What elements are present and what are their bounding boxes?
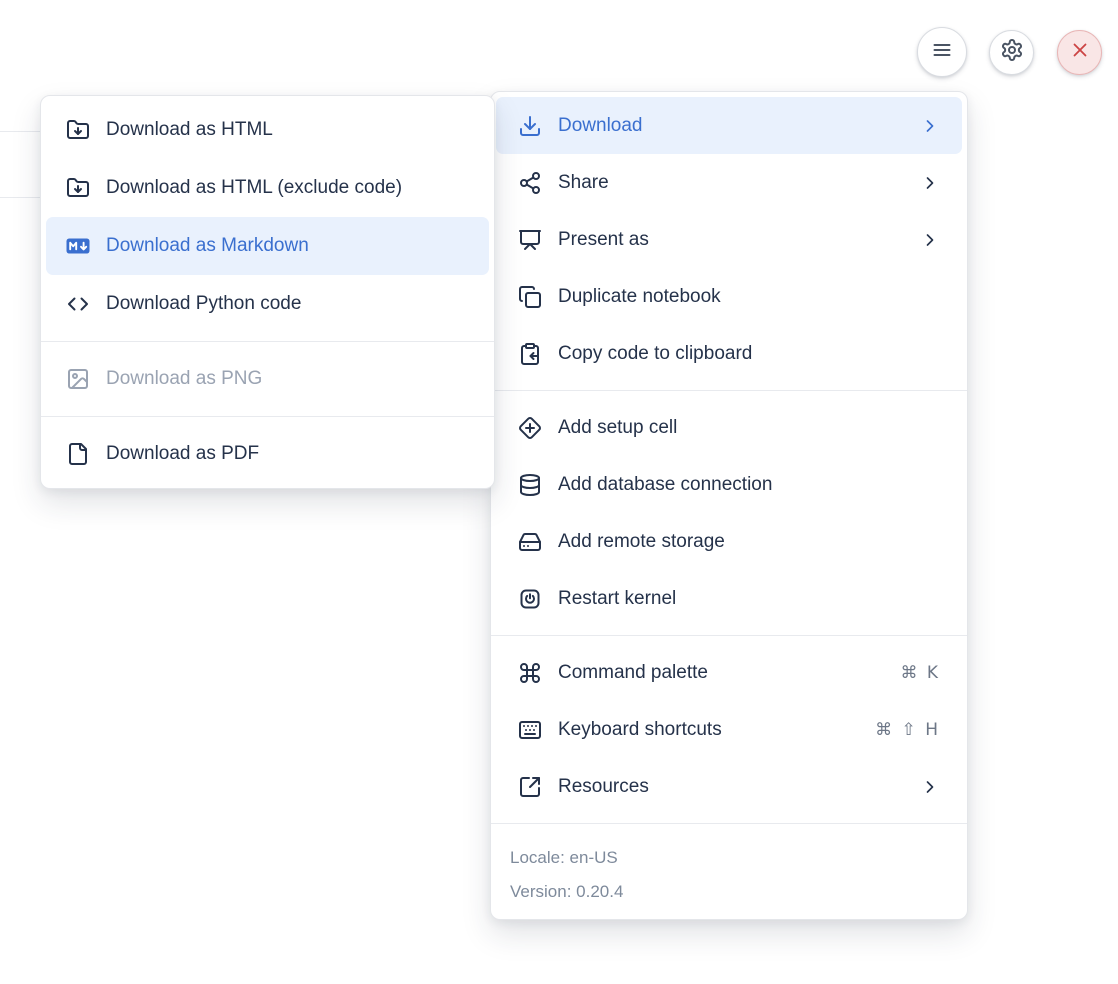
menu-separator <box>491 823 967 824</box>
duplicate-icon <box>518 285 542 309</box>
menu-item-add-remote-storage[interactable]: Add remote storage <box>496 513 962 570</box>
markdown-icon <box>66 234 90 258</box>
menu-item-restart-kernel[interactable]: Restart kernel <box>496 570 962 627</box>
menu-item-copy-code-to-clipboard[interactable]: Copy code to clipboard <box>496 325 962 382</box>
notebook-actions-menu: Download Share Present as Duplicate noteboo… <box>490 91 968 920</box>
menu-item-label: Add setup cell <box>558 417 940 439</box>
menu-item-label: Add remote storage <box>558 531 940 553</box>
menu-item-download-as-pdf[interactable]: Download as PDF <box>46 425 489 483</box>
chevron-right-icon <box>920 230 940 250</box>
menu-item-label: Copy code to clipboard <box>558 343 940 365</box>
locale-text: Locale: en-US <box>510 841 948 875</box>
menu-item-download-python-code[interactable]: Download Python code <box>46 275 489 333</box>
version-text: Version: 0.20.4 <box>510 875 948 909</box>
menu-item-download-as-markdown[interactable]: Download as Markdown <box>46 217 489 275</box>
menu-separator <box>41 341 494 342</box>
menu-item-label: Add database connection <box>558 474 940 496</box>
menu-item-label: Share <box>558 172 920 194</box>
database-icon <box>518 473 542 497</box>
menu-item-label: Download <box>558 115 920 137</box>
menu-item-label: Download as PDF <box>106 443 469 465</box>
notebook-page: Download Share Present as Duplicate noteboo… <box>0 0 1118 984</box>
menu-item-label: Resources <box>558 776 920 798</box>
external-link-icon <box>518 775 542 799</box>
menu-item-download[interactable]: Download <box>496 97 962 154</box>
hard-drive-icon <box>518 530 542 554</box>
diamond-plus-icon <box>518 416 542 440</box>
close-icon <box>1069 39 1091 66</box>
background-divider <box>0 131 43 132</box>
menu-footer: Locale: en-USVersion: 0.20.4 <box>496 832 962 914</box>
code-icon <box>66 292 90 316</box>
menu-item-keyboard-shortcuts[interactable]: Keyboard shortcuts⌘ ⇧ H <box>496 701 962 758</box>
power-square-icon <box>518 587 542 611</box>
settings-button[interactable] <box>989 30 1034 75</box>
menu-item-download-as-png[interactable]: Download as PNG <box>46 350 489 408</box>
menu-item-label: Download as HTML <box>106 119 469 141</box>
keyboard-shortcut-hint: ⌘ K <box>900 663 940 683</box>
menu-separator <box>41 416 494 417</box>
menu-item-add-setup-cell[interactable]: Add setup cell <box>496 399 962 456</box>
menu-item-label: Download as HTML (exclude code) <box>106 177 469 199</box>
menu-item-label: Command palette <box>558 662 900 684</box>
menu-item-label: Duplicate notebook <box>558 286 940 308</box>
gear-icon <box>1000 38 1024 67</box>
keyboard-icon <box>518 718 542 742</box>
menu-item-resources[interactable]: Resources <box>496 758 962 815</box>
share-icon <box>518 171 542 195</box>
menu-item-label: Download as PNG <box>106 368 469 390</box>
hamburger-icon <box>930 38 954 67</box>
menu-item-download-as-html-exclude-code[interactable]: Download as HTML (exclude code) <box>46 159 489 217</box>
menu-item-command-palette[interactable]: Command palette⌘ K <box>496 644 962 701</box>
download-icon <box>518 114 542 138</box>
chevron-right-icon <box>920 116 940 136</box>
menu-item-label: Restart kernel <box>558 588 940 610</box>
notebook-menu-button[interactable] <box>917 27 967 77</box>
image-icon <box>66 367 90 391</box>
menu-item-label: Keyboard shortcuts <box>558 719 875 741</box>
shutdown-button[interactable] <box>1057 30 1102 75</box>
menu-item-duplicate-notebook[interactable]: Duplicate notebook <box>496 268 962 325</box>
chevron-right-icon <box>920 173 940 193</box>
menu-item-share[interactable]: Share <box>496 154 962 211</box>
menu-separator <box>491 390 967 391</box>
background-divider <box>0 197 43 198</box>
menu-item-add-database-connection[interactable]: Add database connection <box>496 456 962 513</box>
folder-down-icon <box>66 118 90 142</box>
presentation-icon <box>518 228 542 252</box>
keyboard-shortcut-hint: ⌘ ⇧ H <box>875 720 940 740</box>
menu-item-download-as-html[interactable]: Download as HTML <box>46 101 489 159</box>
menu-separator <box>491 635 967 636</box>
file-icon <box>66 442 90 466</box>
menu-item-label: Download Python code <box>106 293 469 315</box>
download-submenu: Download as HTML Download as HTML (exclud… <box>40 95 495 489</box>
chevron-right-icon <box>920 777 940 797</box>
folder-down-icon <box>66 176 90 200</box>
menu-item-present-as[interactable]: Present as <box>496 211 962 268</box>
command-icon <box>518 661 542 685</box>
menu-item-label: Download as Markdown <box>106 235 469 257</box>
menu-item-label: Present as <box>558 229 920 251</box>
clipboard-copy-icon <box>518 342 542 366</box>
